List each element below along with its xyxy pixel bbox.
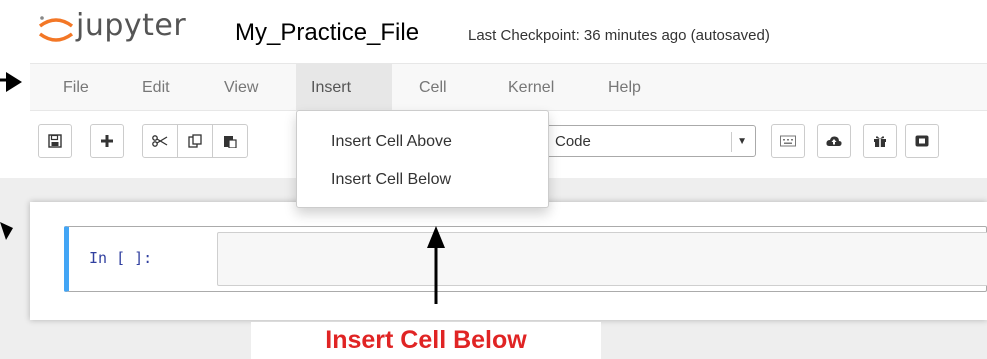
notebook-header: jupyter My_Practice_File Last Checkpoint…: [0, 0, 987, 60]
annotation-arrow-left-1-head: [6, 72, 22, 92]
cut-button[interactable]: [142, 124, 178, 158]
save-icon: [48, 134, 62, 148]
menu-help[interactable]: Help: [593, 64, 656, 111]
menu-view[interactable]: View: [209, 64, 273, 111]
keyboard-icon: [780, 135, 796, 147]
upload-button[interactable]: [817, 124, 851, 158]
code-cell[interactable]: In [ ]:: [64, 226, 987, 292]
gift-button[interactable]: [863, 124, 897, 158]
menu-file[interactable]: File: [48, 64, 104, 111]
cell-type-value: Code: [555, 133, 591, 150]
copy-button[interactable]: [177, 124, 213, 158]
menu-insert[interactable]: Insert: [296, 64, 392, 111]
menu-kernel[interactable]: Kernel: [493, 64, 569, 111]
plus-icon: [101, 135, 113, 147]
command-palette-button[interactable]: [771, 124, 805, 158]
slideshow-button[interactable]: [905, 124, 939, 158]
checkpoint-status: Last Checkpoint: 36 minutes ago (autosav…: [468, 27, 770, 44]
copy-icon: [188, 134, 202, 148]
code-input[interactable]: [217, 232, 987, 286]
cell-type-select[interactable]: Code ▼: [538, 125, 756, 157]
chevron-down-icon: ▼: [731, 132, 747, 152]
save-button[interactable]: [38, 124, 72, 158]
jupyter-logo-text[interactable]: jupyter: [76, 8, 186, 43]
cloud-upload-icon: [826, 136, 842, 146]
input-prompt: In [ ]:: [89, 249, 153, 267]
menu-edit[interactable]: Edit: [127, 64, 185, 111]
insert-cell-button[interactable]: [90, 124, 124, 158]
insert-cell-below-item[interactable]: Insert Cell Below: [331, 171, 451, 189]
notebook-title[interactable]: My_Practice_File: [235, 19, 419, 47]
paste-icon: [224, 136, 237, 148]
notebook-container: In [ ]:: [30, 202, 987, 320]
annotation-label: Insert Cell Below: [251, 322, 601, 359]
insert-cell-above-item[interactable]: Insert Cell Above: [331, 133, 452, 151]
gift-icon: [874, 136, 886, 147]
menubar: File Edit View Insert Cell Kernel Help: [30, 63, 987, 111]
cut-icon: [152, 135, 168, 147]
menu-cell[interactable]: Cell: [404, 64, 462, 111]
jupyter-logo-icon[interactable]: [36, 12, 76, 48]
presentation-icon: [915, 135, 929, 147]
paste-button[interactable]: [212, 124, 248, 158]
insert-dropdown-menu: Insert Cell Above Insert Cell Below: [296, 110, 549, 208]
